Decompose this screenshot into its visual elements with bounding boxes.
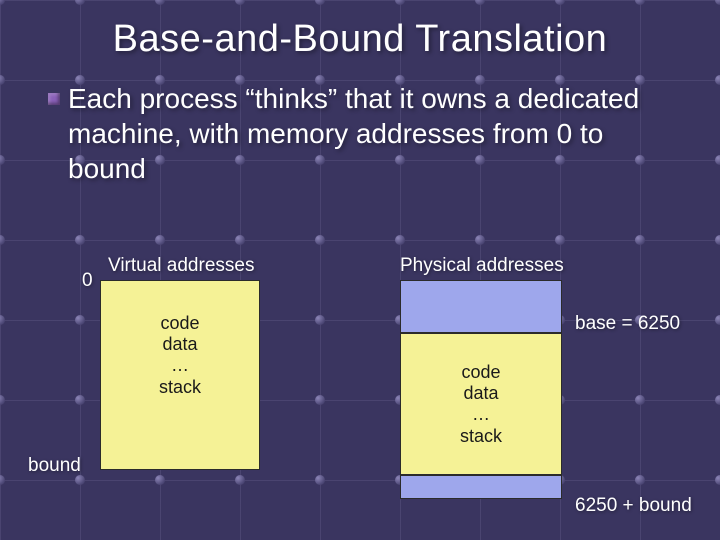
physical-gap-top: [400, 280, 562, 333]
virtual-box: code data … stack: [100, 280, 260, 470]
virtual-line-data: data: [162, 334, 197, 355]
virtual-bound-label: bound: [28, 455, 81, 477]
physical-line-data: data: [463, 383, 498, 404]
physical-line-stack: stack: [460, 426, 502, 447]
virtual-line-stack: stack: [159, 377, 201, 398]
physical-end-label: 6250 + bound: [575, 495, 692, 517]
physical-base-label: base = 6250: [575, 313, 680, 335]
physical-line-code: code: [461, 362, 500, 383]
physical-box: code data … stack: [400, 333, 562, 475]
physical-gap-bottom: [400, 475, 562, 499]
bullet-text: Each process “thinks” that it owns a ded…: [68, 81, 672, 186]
bullet-icon: [48, 93, 60, 105]
bullet-item: Each process “thinks” that it owns a ded…: [48, 81, 672, 186]
virtual-line-code: code: [160, 313, 199, 334]
physical-heading: Physical addresses: [400, 255, 564, 277]
physical-line-ellipsis: …: [472, 404, 490, 425]
diagram-area: Virtual addresses 0 code data … stack bo…: [0, 255, 720, 540]
virtual-heading: Virtual addresses: [108, 255, 254, 277]
virtual-zero-label: 0: [82, 270, 93, 292]
virtual-line-ellipsis: …: [171, 355, 189, 376]
slide-title: Base-and-Bound Translation: [42, 18, 678, 61]
